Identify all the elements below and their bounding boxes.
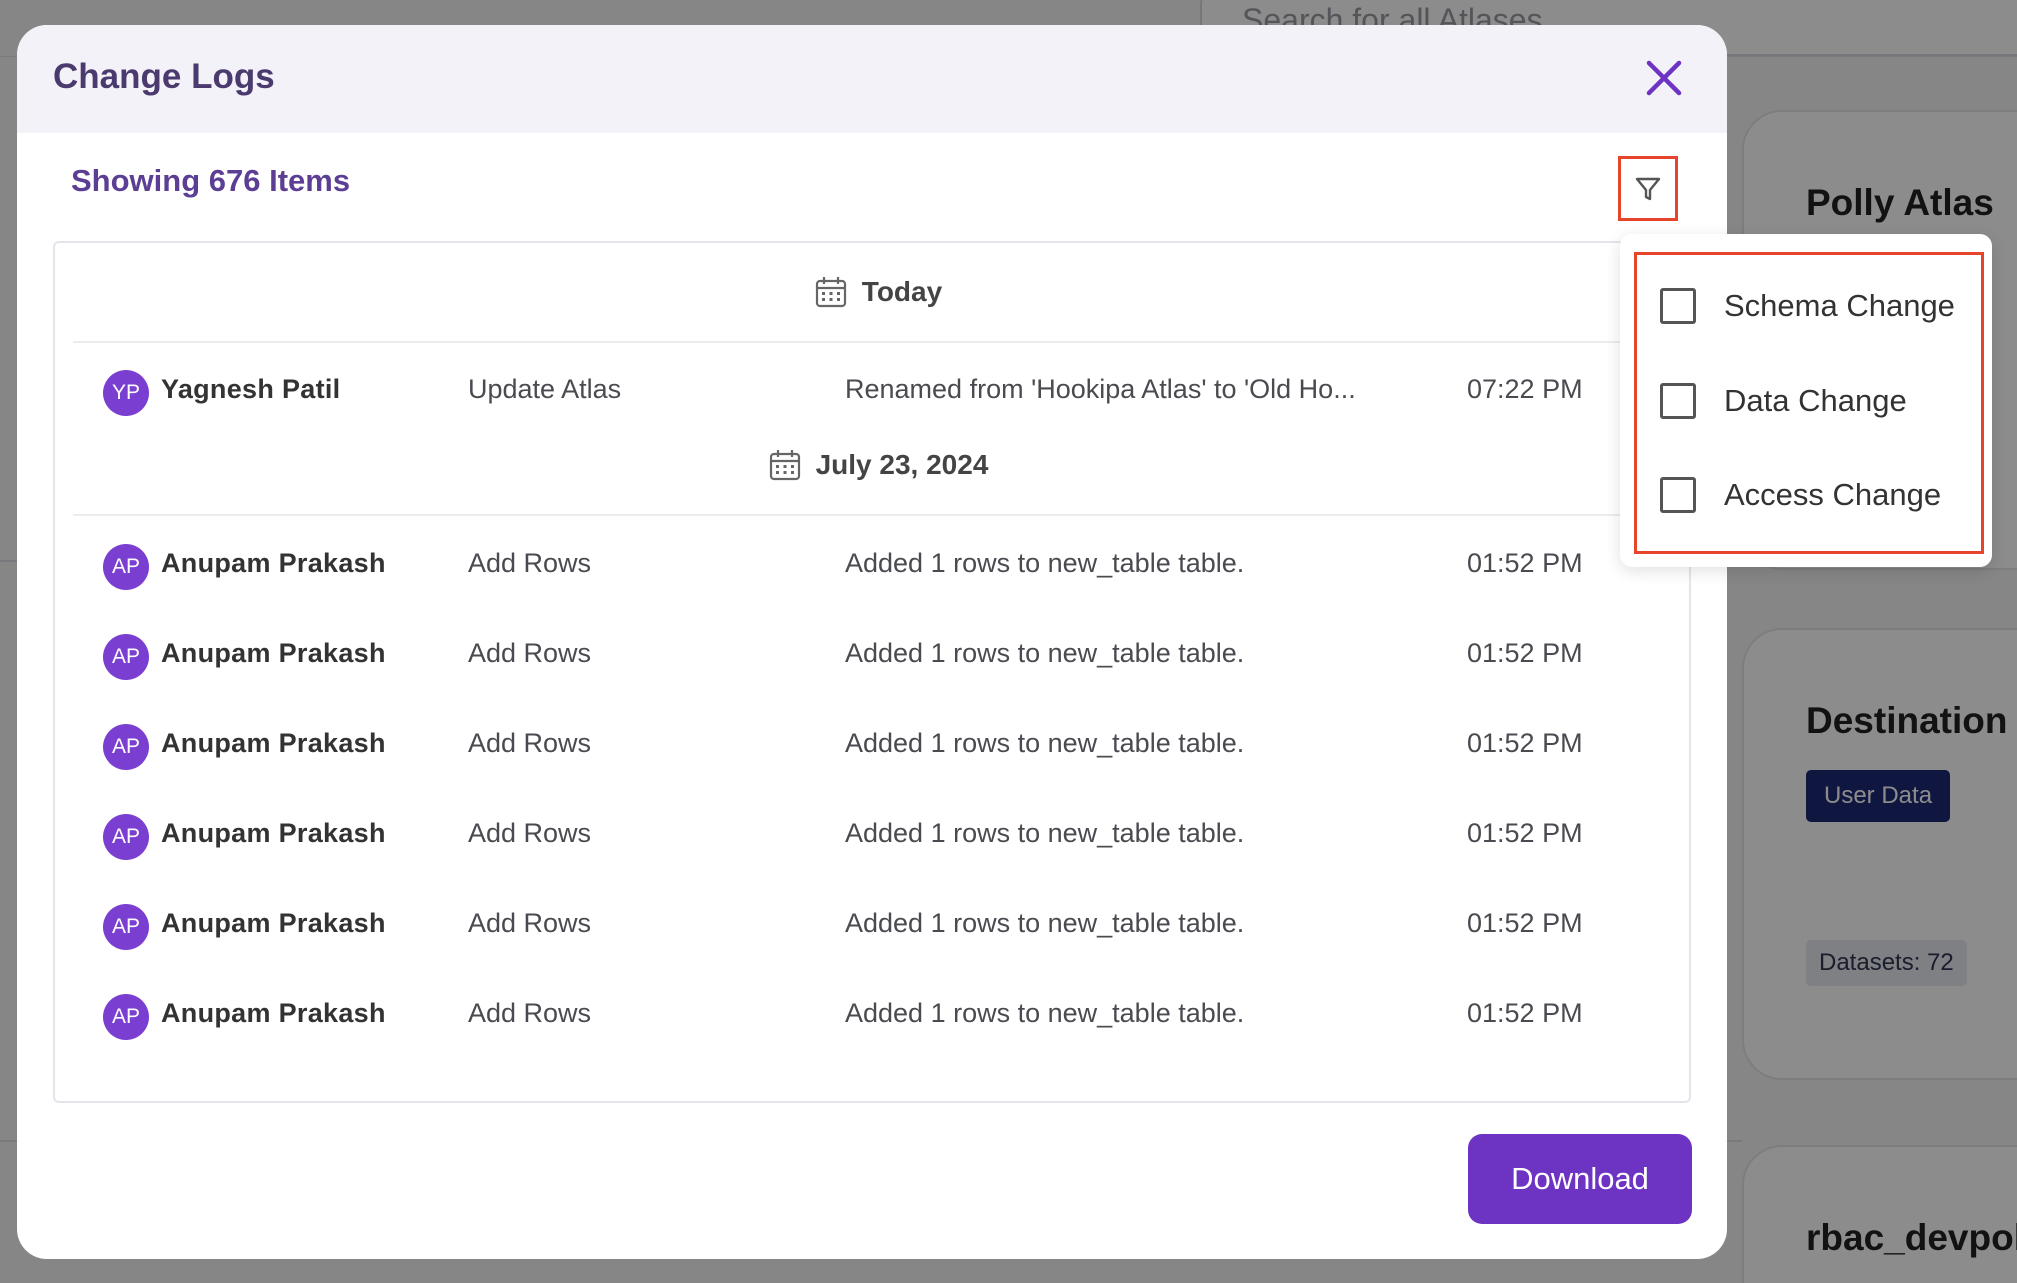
access-change-checkbox[interactable] — [1660, 477, 1696, 513]
avatar: AP — [103, 724, 149, 770]
filter-option-label: Data Change — [1724, 383, 1907, 418]
avatar: AP — [103, 544, 149, 590]
avatar: AP — [103, 634, 149, 680]
avatar: AP — [103, 904, 149, 950]
log-time: 01:52 PM — [1467, 998, 1583, 1028]
avatar: AP — [103, 994, 149, 1040]
log-row[interactable]: AP Anupam Prakash Add Rows Added 1 rows … — [73, 520, 1683, 610]
avatar: AP — [103, 814, 149, 860]
calendar-icon — [769, 450, 800, 481]
calendar-icon — [815, 277, 846, 308]
download-button[interactable]: Download — [1468, 1134, 1692, 1224]
date-group-header: Today — [73, 243, 1683, 343]
modal-header: Change Logs — [17, 25, 1727, 133]
log-action: Add Rows — [468, 638, 592, 668]
log-description: Added 1 rows to new_table table. — [845, 818, 1245, 848]
log-user: Anupam Prakash — [161, 998, 386, 1028]
log-user: Anupam Prakash — [161, 818, 386, 848]
log-row[interactable]: AP Anupam Prakash Add Rows Added 1 rows … — [73, 970, 1683, 1060]
log-time: 01:52 PM — [1467, 908, 1583, 938]
log-time: 01:52 PM — [1467, 548, 1583, 578]
log-row[interactable]: AP Anupam Prakash Add Rows Added 1 rows … — [73, 880, 1683, 970]
log-user: Anupam Prakash — [161, 908, 386, 938]
avatar: YP — [103, 370, 149, 416]
log-description: Renamed from 'Hookipa Atlas' to 'Old Ho.… — [845, 374, 1356, 404]
log-user: Anupam Prakash — [161, 728, 386, 758]
log-user: Anupam Prakash — [161, 638, 386, 668]
filter-option-schema-change[interactable]: Schema Change — [1660, 288, 1955, 324]
log-action: Update Atlas — [468, 374, 622, 404]
log-row[interactable]: AP Anupam Prakash Add Rows Added 1 rows … — [73, 700, 1683, 790]
filter-option-label: Access Change — [1724, 477, 1942, 512]
log-row[interactable]: AP Anupam Prakash Add Rows Added 1 rows … — [73, 790, 1683, 880]
date-group-header: July 23, 2024 — [73, 416, 1683, 516]
log-description: Added 1 rows to new_table table. — [845, 998, 1245, 1028]
log-row[interactable]: AP Anupam Prakash Add Rows Added 1 rows … — [73, 610, 1683, 700]
log-description: Added 1 rows to new_table table. — [845, 548, 1245, 578]
log-action: Add Rows — [468, 548, 592, 578]
log-user: Anupam Prakash — [161, 548, 386, 578]
filter-icon — [1635, 177, 1661, 200]
schema-change-checkbox[interactable] — [1660, 288, 1696, 324]
log-user: Yagnesh Patil — [161, 374, 341, 404]
log-description: Added 1 rows to new_table table. — [845, 908, 1245, 938]
filter-option-label: Schema Change — [1724, 288, 1955, 323]
data-change-checkbox[interactable] — [1660, 383, 1696, 419]
close-button[interactable] — [1641, 55, 1687, 101]
log-action: Add Rows — [468, 728, 592, 758]
items-count: Showing 676 Items — [71, 163, 351, 198]
date-label: July 23, 2024 — [815, 449, 989, 480]
change-log-list[interactable]: Today YP Yagnesh Patil Update Atlas Rena… — [53, 241, 1691, 1103]
filter-option-data-change[interactable]: Data Change — [1660, 383, 1907, 419]
log-description: Added 1 rows to new_table table. — [845, 728, 1245, 758]
modal-title: Change Logs — [53, 57, 275, 96]
log-time: 01:52 PM — [1467, 638, 1583, 668]
log-action: Add Rows — [468, 998, 592, 1028]
filter-button[interactable] — [1618, 156, 1678, 221]
log-time: 01:52 PM — [1467, 818, 1583, 848]
filter-option-access-change[interactable]: Access Change — [1660, 477, 1941, 513]
log-action: Add Rows — [468, 908, 592, 938]
log-description: Added 1 rows to new_table table. — [845, 638, 1245, 668]
log-action: Add Rows — [468, 818, 592, 848]
close-icon — [1646, 60, 1682, 96]
log-time: 01:52 PM — [1467, 728, 1583, 758]
change-logs-modal: Change Logs Showing 676 Items Today YP Y… — [17, 25, 1727, 1259]
filter-dropdown: Schema Change Data Change Access Change — [1620, 234, 1992, 567]
log-time: 07:22 PM — [1467, 374, 1583, 404]
date-label: Today — [861, 276, 943, 307]
